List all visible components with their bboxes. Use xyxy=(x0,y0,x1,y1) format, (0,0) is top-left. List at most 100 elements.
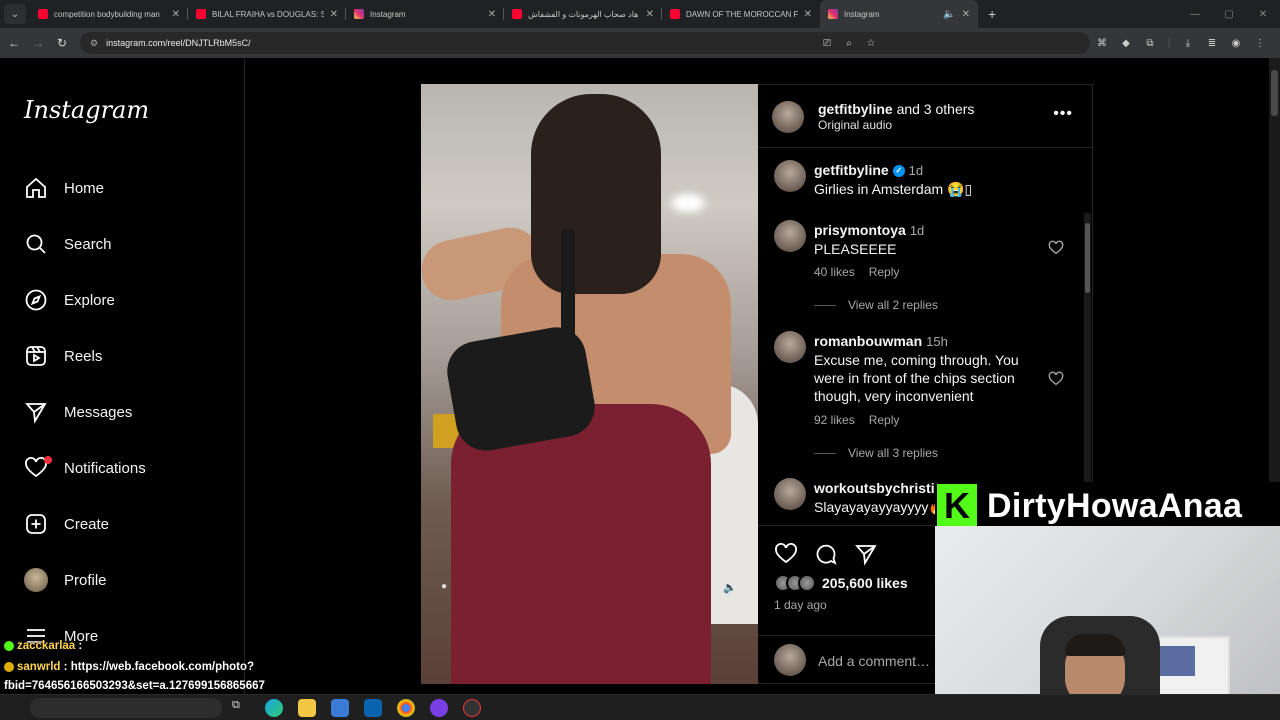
instagram-sidebar: Instagram Home Search Explore Reels Mess… xyxy=(0,58,245,698)
url-text: instagram.com/reel/DNJTLRbM5sC/ xyxy=(106,38,251,48)
media-icon[interactable]: ≣ xyxy=(1200,38,1224,49)
avatar[interactable] xyxy=(774,160,806,192)
sidebar-item-label: Reels xyxy=(64,347,103,365)
avatar[interactable] xyxy=(774,331,806,363)
browser-tab[interactable]: BILAL FRAIHA vs DOUGLAS: S ✕ xyxy=(188,0,346,28)
forward-button[interactable]: → xyxy=(26,36,50,50)
reel-video[interactable]: ● 🔈 xyxy=(421,84,758,684)
install-app-icon[interactable]: ⎚ xyxy=(816,38,838,49)
sidebar-item-messages[interactable]: Messages xyxy=(22,397,132,427)
extension-icon[interactable]: ◆ xyxy=(1114,38,1138,49)
outlook-icon[interactable] xyxy=(364,699,382,717)
view-replies-button[interactable]: View all 2 replies xyxy=(814,298,938,312)
comment-text: Excuse me, coming through. You were in f… xyxy=(814,352,1019,404)
taskbar-search[interactable] xyxy=(30,698,222,718)
likes-count: 205,600 likes xyxy=(822,575,908,591)
sidebar-item-home[interactable]: Home xyxy=(22,173,104,203)
browser-tab[interactable]: DAWN OF THE MOROCCAN FI ✕ xyxy=(662,0,820,28)
sidebar-item-label: Messages xyxy=(64,403,133,421)
comment-username[interactable]: workoutsbychristin xyxy=(814,480,943,496)
likes-summary[interactable]: 205,600 likes xyxy=(774,574,908,592)
translate-icon[interactable]: ⌘ xyxy=(1090,38,1114,49)
maximize-button[interactable]: ▢ xyxy=(1212,9,1246,20)
chat-badge-icon xyxy=(4,661,14,672)
browser-tab[interactable]: competition bodybuilding man ✕ xyxy=(30,0,188,28)
post-header: getfitbyline and 3 others Original audio… xyxy=(758,85,1093,148)
caption: getfitbyline ✓ 1d Girlies in Amsterdam 😭▯ xyxy=(774,160,1074,200)
like-comment-icon[interactable] xyxy=(1048,240,1064,256)
post-authors[interactable]: getfitbyline and 3 others xyxy=(818,101,974,117)
share-icon[interactable] xyxy=(854,542,878,566)
sidebar-item-label: Notifications xyxy=(64,459,146,477)
author-avatar[interactable] xyxy=(772,101,804,133)
reels-icon xyxy=(22,342,50,370)
windows-taskbar: ⧉ xyxy=(0,694,1280,720)
close-window-button[interactable]: ✕ xyxy=(1246,9,1280,20)
close-tab-icon[interactable]: ✕ xyxy=(172,9,180,20)
post-timestamp[interactable]: 1 day ago xyxy=(774,598,827,612)
instagram-logo[interactable]: Instagram xyxy=(24,96,149,124)
bookmark-star-icon[interactable]: ☆ xyxy=(860,38,882,49)
sidebar-item-explore[interactable]: Explore xyxy=(22,285,115,315)
like-comment-icon[interactable] xyxy=(1048,371,1064,387)
comment-username[interactable]: prisymontoya xyxy=(814,222,906,238)
close-tab-icon[interactable]: ✕ xyxy=(488,9,496,20)
comment-username[interactable]: romanbouwman xyxy=(814,333,922,349)
sidebar-item-search[interactable]: Search xyxy=(22,229,112,259)
mute-icon[interactable]: 🔈 xyxy=(723,581,737,595)
liker-avatar xyxy=(798,574,816,592)
edge-icon[interactable] xyxy=(265,699,283,717)
close-tab-icon[interactable]: ✕ xyxy=(804,9,812,20)
puzzle-icon[interactable]: ⧉ xyxy=(1138,38,1162,49)
browser-toolbar: ← → ↻ ⚙ instagram.com/reel/DNJTLRbM5sC/ … xyxy=(0,28,1280,58)
reload-button[interactable]: ↻ xyxy=(50,36,74,50)
minimize-button[interactable]: — xyxy=(1178,9,1212,20)
comment-icon[interactable] xyxy=(814,542,838,566)
tagged-user-icon[interactable]: ● xyxy=(441,581,453,593)
close-tab-icon[interactable]: ✕ xyxy=(646,9,654,20)
chrome-menu-icon[interactable]: ⋮ xyxy=(1248,38,1272,49)
reply-button[interactable]: Reply xyxy=(869,265,900,279)
reply-button[interactable]: Reply xyxy=(869,413,900,427)
obs-icon[interactable] xyxy=(463,699,481,717)
browser-tab[interactable]: Instagram ✕ xyxy=(346,0,504,28)
tab-search-button[interactable]: ⌄ xyxy=(4,4,26,24)
avatar[interactable] xyxy=(774,220,806,252)
browser-tab-active[interactable]: Instagram 🔈 ✕ xyxy=(820,0,978,28)
comment-likes[interactable]: 92 likes xyxy=(814,413,855,427)
close-tab-icon[interactable]: ✕ xyxy=(330,9,338,20)
channel-name: DirtyHowaAnaa xyxy=(987,486,1243,525)
avatar[interactable] xyxy=(774,478,806,510)
site-info-icon[interactable]: ⚙ xyxy=(90,38,98,49)
like-icon[interactable] xyxy=(774,542,798,566)
file-explorer-icon[interactable] xyxy=(298,699,316,717)
store-icon[interactable] xyxy=(331,699,349,717)
speaker-icon[interactable]: 🔈 xyxy=(943,9,955,20)
more-options-icon[interactable]: ••• xyxy=(1053,105,1073,123)
task-view-icon[interactable]: ⧉ xyxy=(232,699,250,717)
search-icon xyxy=(22,230,50,258)
comments-scrollbar[interactable] xyxy=(1084,213,1091,525)
chrome-icon[interactable] xyxy=(397,699,415,717)
app-icon[interactable] xyxy=(430,699,448,717)
browser-tab[interactable]: هاد صحاب الهرمونات و الفشفاش ✕ xyxy=(504,0,662,28)
audio-link[interactable]: Original audio xyxy=(818,118,892,132)
sidebar-item-notifications[interactable]: Notifications xyxy=(22,453,146,483)
comment-likes[interactable]: 40 likes xyxy=(814,265,855,279)
sidebar-item-reels[interactable]: Reels xyxy=(22,341,102,371)
download-icon[interactable]: ⤓ xyxy=(1176,38,1200,49)
zoom-icon[interactable]: ⌕ xyxy=(838,38,860,49)
sidebar-item-create[interactable]: Create xyxy=(22,509,109,539)
comment-input[interactable]: Add a comment… xyxy=(818,653,930,669)
sidebar-item-label: Search xyxy=(64,235,112,253)
close-tab-icon[interactable]: ✕ xyxy=(962,9,970,20)
view-replies-button[interactable]: View all 3 replies xyxy=(814,446,938,460)
back-button[interactable]: ← xyxy=(2,36,26,50)
extension-icons: ⌘ ◆ ⧉ | ⤓ ≣ ◉ ⋮ xyxy=(1090,32,1272,54)
new-tab-button[interactable]: + xyxy=(988,6,996,22)
sidebar-item-profile[interactable]: Profile xyxy=(22,565,107,595)
sidebar-item-label: Explore xyxy=(64,291,115,309)
address-bar[interactable]: ⚙ instagram.com/reel/DNJTLRbM5sC/ ⎚ ⌕ ☆ xyxy=(80,32,1090,54)
profile-icon[interactable]: ◉ xyxy=(1224,38,1248,49)
comment-username[interactable]: getfitbyline xyxy=(814,162,889,178)
